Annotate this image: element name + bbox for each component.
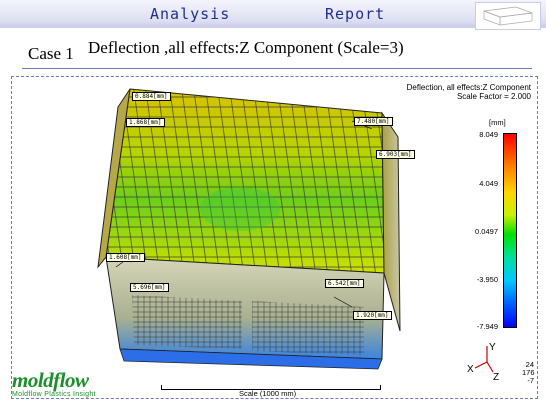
deflection-plot bbox=[97, 88, 401, 370]
page-title: Deflection ,all effects:Z Component (Sca… bbox=[88, 38, 404, 57]
probe-label: 1.608[mm] bbox=[106, 253, 145, 262]
rotation-readout: 24 176 -7 bbox=[522, 361, 535, 385]
legend-tick: 0.0497 bbox=[475, 227, 498, 236]
header-band: Analysis Report bbox=[0, 0, 546, 30]
logo-subtitle: Moldflow Plastics Insight bbox=[12, 391, 96, 398]
axis-y-label: Y bbox=[489, 342, 496, 353]
color-legend-bar bbox=[503, 133, 517, 328]
probe-label: 6.542[mm] bbox=[325, 279, 364, 288]
legend-tick: 8.049 bbox=[479, 130, 498, 139]
probe-label: 7.480[mm] bbox=[354, 117, 393, 126]
probe-label: 6.903[mm] bbox=[376, 150, 415, 159]
legend-tick: 4.049 bbox=[479, 179, 498, 188]
legend-unit: [mm] bbox=[489, 118, 506, 127]
axis-z-label: Z bbox=[493, 372, 499, 380]
axis-x-label: X bbox=[467, 364, 474, 375]
report-title: Report bbox=[325, 5, 386, 23]
analysis-title: Analysis bbox=[150, 5, 231, 23]
axis-triad-icon: Y X Z bbox=[467, 342, 499, 380]
probe-label: 1.868[mm] bbox=[126, 118, 165, 127]
result-title: Deflection, all effects:Z Component Scal… bbox=[407, 83, 531, 101]
result-panel: Deflection, all effects:Z Component Scal… bbox=[11, 76, 538, 399]
legend-tick: -7.949 bbox=[476, 322, 498, 331]
probe-label: 0.884[mm] bbox=[132, 92, 171, 101]
legend-tick: -3.950 bbox=[476, 275, 498, 284]
probe-label: 1.920[mm] bbox=[353, 311, 392, 320]
scale-text: Scale (1000 mm) bbox=[239, 389, 297, 398]
case-label: Case 1 bbox=[28, 44, 74, 63]
moldflow-logo: moldflow bbox=[12, 368, 89, 392]
title-divider bbox=[22, 68, 532, 69]
rotation-z: -7 bbox=[527, 376, 534, 385]
result-title-line1: Deflection, all effects:Z Component bbox=[406, 83, 531, 92]
thumbnail-image bbox=[475, 2, 541, 30]
scale-factor-text: Scale Factor = 2.000 bbox=[456, 92, 531, 101]
probe-label: 5.696[mm] bbox=[130, 283, 169, 292]
